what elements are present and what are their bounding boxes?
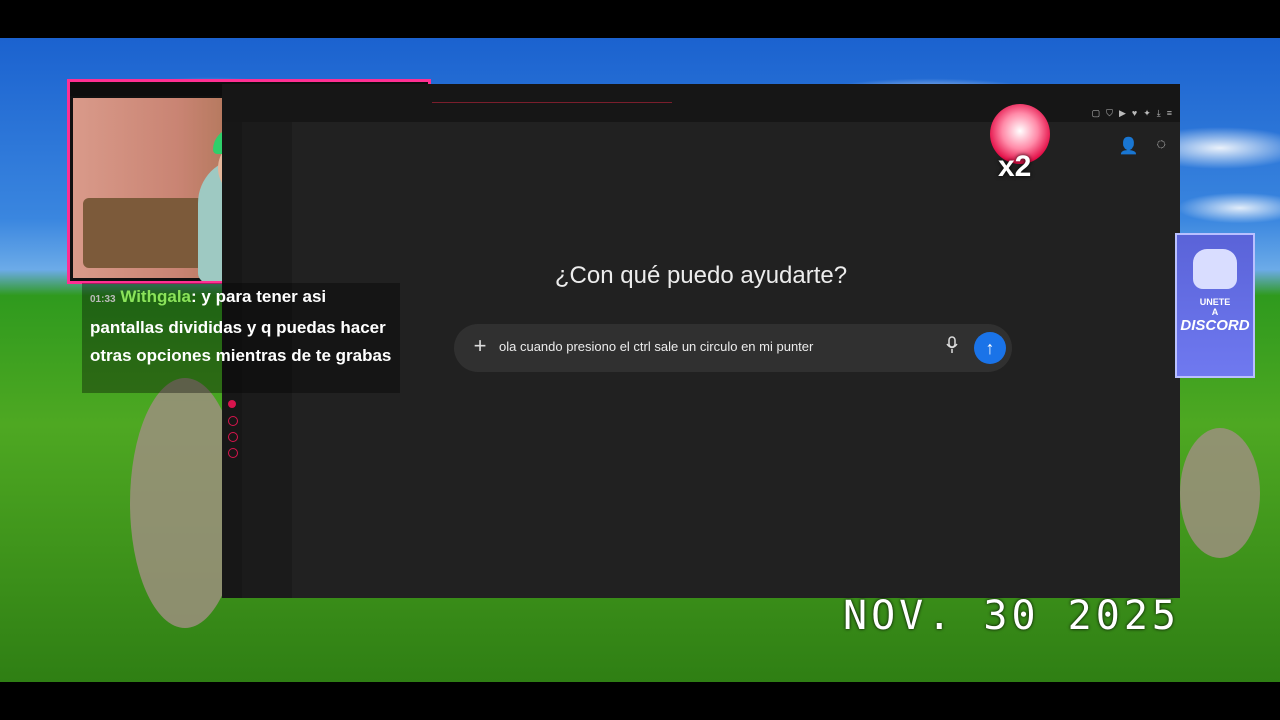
- discord-cat-icon: [1193, 249, 1237, 289]
- download-icon[interactable]: ⤓: [1157, 108, 1161, 119]
- discord-line-3: DISCORD: [1180, 317, 1250, 334]
- chat-message: 01:33 Withgala: y para tener asi pantall…: [90, 287, 392, 365]
- menu-icon[interactable]: ≡: [1167, 108, 1172, 119]
- tab-accent-line: [432, 102, 672, 103]
- send-button[interactable]: ↑: [974, 332, 1006, 364]
- multiplier-label: x2: [998, 150, 1032, 183]
- shield-icon[interactable]: ⛉: [1106, 108, 1113, 119]
- discord-line-1: UNETE: [1199, 297, 1231, 307]
- prompt-text[interactable]: ola cuando presiono el ctrl sale un circ…: [499, 339, 813, 354]
- heart-icon[interactable]: ♥: [1132, 108, 1137, 119]
- plus-icon[interactable]: +: [468, 334, 492, 358]
- header-actions: 👤 ◌: [1119, 136, 1166, 156]
- stream-chat-overlay: 01:33 Withgala: y para tener asi pantall…: [82, 283, 400, 393]
- temporary-chat-icon[interactable]: ◌: [1156, 136, 1166, 156]
- prompt-input[interactable]: + ola cuando presiono el ctrl sale un ci…: [454, 324, 1012, 372]
- discord-line-2: A: [1211, 307, 1219, 317]
- sidebar-app-icon[interactable]: [228, 400, 236, 408]
- play-icon[interactable]: ▶: [1119, 108, 1126, 119]
- chat-username: Withgala: [120, 287, 191, 306]
- add-user-icon[interactable]: 👤: [1119, 136, 1139, 156]
- discord-banner: UNETE A DISCORD: [1175, 233, 1255, 378]
- date-overlay: NOV. 30 2025: [843, 593, 1180, 639]
- microphone-icon[interactable]: [942, 336, 962, 360]
- extension-icon[interactable]: ▢: [1092, 108, 1101, 119]
- sidebar-app-icon[interactable]: [228, 416, 238, 426]
- sidebar-app-icon[interactable]: [228, 448, 238, 458]
- sidebar-app-icon[interactable]: [228, 432, 238, 442]
- chat-timestamp: 01:33: [90, 294, 116, 305]
- cat-sticker-right: [1180, 428, 1260, 558]
- puzzle-icon[interactable]: ✦: [1143, 108, 1151, 119]
- browser-toolbar: ▢ ⛉ ▶ ♥ ✦ ⤓ ≡: [1092, 108, 1172, 119]
